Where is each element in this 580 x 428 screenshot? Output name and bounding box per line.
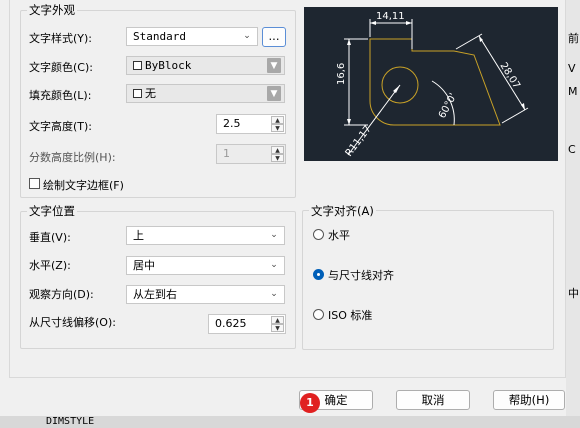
align-with-dimline-label: 与尺寸线对齐	[328, 269, 394, 282]
fraction-height-label: 分数高度比例(H):	[29, 151, 116, 164]
preview-panel: 14,11 16,6 28,07 60°0' R11,17	[304, 7, 558, 161]
background-fragment: V	[568, 62, 576, 75]
step-badge: 1	[300, 393, 320, 413]
spin-down-icon[interactable]: ▼	[271, 154, 284, 162]
align-with-dimline-radio[interactable]	[313, 269, 324, 280]
command-line-bar[interactable]: DIMSTYLE	[0, 416, 580, 428]
dim-radius-text: R11,17	[344, 124, 374, 159]
vertical-label: 垂直(V):	[29, 231, 71, 244]
help-button[interactable]: 帮助(H)	[493, 390, 565, 410]
spin-down-icon[interactable]: ▼	[271, 324, 284, 332]
horizontal-label: 水平(Z):	[29, 259, 71, 272]
vertical-value: 上	[133, 229, 144, 242]
text-style-label: 文字样式(Y):	[29, 32, 93, 45]
dim-left-text: 16,6	[336, 63, 347, 85]
fraction-height-value: 1	[223, 147, 230, 160]
fill-color-dropdown[interactable]: 无 ▼	[126, 84, 285, 103]
background-fragment: C	[568, 143, 576, 156]
background-fragment: 中	[568, 287, 579, 300]
spinner-buttons[interactable]: ▲ ▼	[271, 116, 284, 132]
part-outline	[369, 38, 501, 126]
spin-up-icon[interactable]: ▲	[271, 146, 284, 154]
text-height-spinner[interactable]: 2.5 ▲ ▼	[216, 114, 286, 134]
text-color-dropdown[interactable]: ByBlock ▼	[126, 56, 285, 75]
chevron-down-icon: ⌄	[270, 260, 278, 270]
dim-angle-text: 60°0'	[437, 92, 459, 121]
color-swatch-icon	[133, 61, 142, 70]
spinner-buttons[interactable]: ▲ ▼	[271, 316, 284, 332]
text-color-value: ByBlock	[145, 59, 192, 72]
fill-color-value: 无	[145, 87, 156, 100]
fill-color-label: 填充颜色(L):	[29, 89, 92, 102]
dim-right-text: 28,07	[497, 61, 522, 91]
text-style-value: Standard	[133, 30, 186, 43]
horizontal-value: 居中	[133, 259, 155, 272]
vertical-dropdown[interactable]: 上 ⌄	[126, 226, 285, 245]
text-style-dropdown[interactable]: Standard ⌄	[126, 27, 258, 46]
text-height-value: 2.5	[223, 117, 241, 130]
text-appearance-title: 文字外观	[27, 2, 77, 18]
chevron-down-icon: ⌄	[270, 230, 278, 240]
offset-label: 从尺寸线偏移(O):	[29, 316, 116, 329]
text-height-label: 文字高度(T):	[29, 120, 93, 133]
text-alignment-title: 文字对齐(A)	[309, 203, 376, 219]
view-direction-dropdown[interactable]: 从左到右 ⌄	[126, 285, 285, 304]
chevron-down-icon: ⌄	[270, 289, 278, 299]
chevron-down-icon: ▼	[267, 58, 281, 73]
horizontal-dropdown[interactable]: 居中 ⌄	[126, 256, 285, 275]
align-horizontal-radio[interactable]	[313, 229, 324, 240]
fraction-height-spinner[interactable]: 1 ▲ ▼	[216, 144, 286, 164]
spinner-buttons[interactable]: ▲ ▼	[271, 146, 284, 162]
cancel-button[interactable]: 取消	[396, 390, 470, 410]
step-badge-number: 1	[306, 396, 314, 409]
spin-up-icon[interactable]: ▲	[271, 316, 284, 324]
offset-value: 0.625	[215, 317, 247, 330]
background-fragment: 前	[568, 32, 579, 45]
draw-frame-checkbox[interactable]	[29, 178, 40, 189]
text-style-browse-button[interactable]: ...	[262, 27, 286, 47]
align-horizontal-label: 水平	[328, 229, 350, 242]
align-iso-radio[interactable]	[313, 309, 324, 320]
text-placement-title: 文字位置	[27, 203, 77, 219]
text-color-label: 文字颜色(C):	[29, 61, 93, 74]
chevron-down-icon: ▼	[267, 86, 281, 101]
offset-spinner[interactable]: 0.625 ▲ ▼	[208, 314, 286, 334]
color-swatch-icon	[133, 89, 142, 98]
spin-up-icon[interactable]: ▲	[271, 116, 284, 124]
align-iso-label: ISO 标准	[328, 309, 373, 322]
preview-drawing: 14,11 16,6 28,07 60°0' R11,17	[336, 11, 529, 159]
dim-top-text: 14,11	[376, 11, 405, 22]
command-line-text: DIMSTYLE	[46, 416, 95, 427]
chevron-down-icon: ⌄	[243, 31, 251, 41]
draw-frame-label: 绘制文字边框(F)	[43, 179, 124, 192]
view-direction-label: 观察方向(D):	[29, 288, 94, 301]
view-direction-value: 从左到右	[133, 288, 177, 301]
background-fragment: M	[568, 85, 578, 98]
spin-down-icon[interactable]: ▼	[271, 124, 284, 132]
